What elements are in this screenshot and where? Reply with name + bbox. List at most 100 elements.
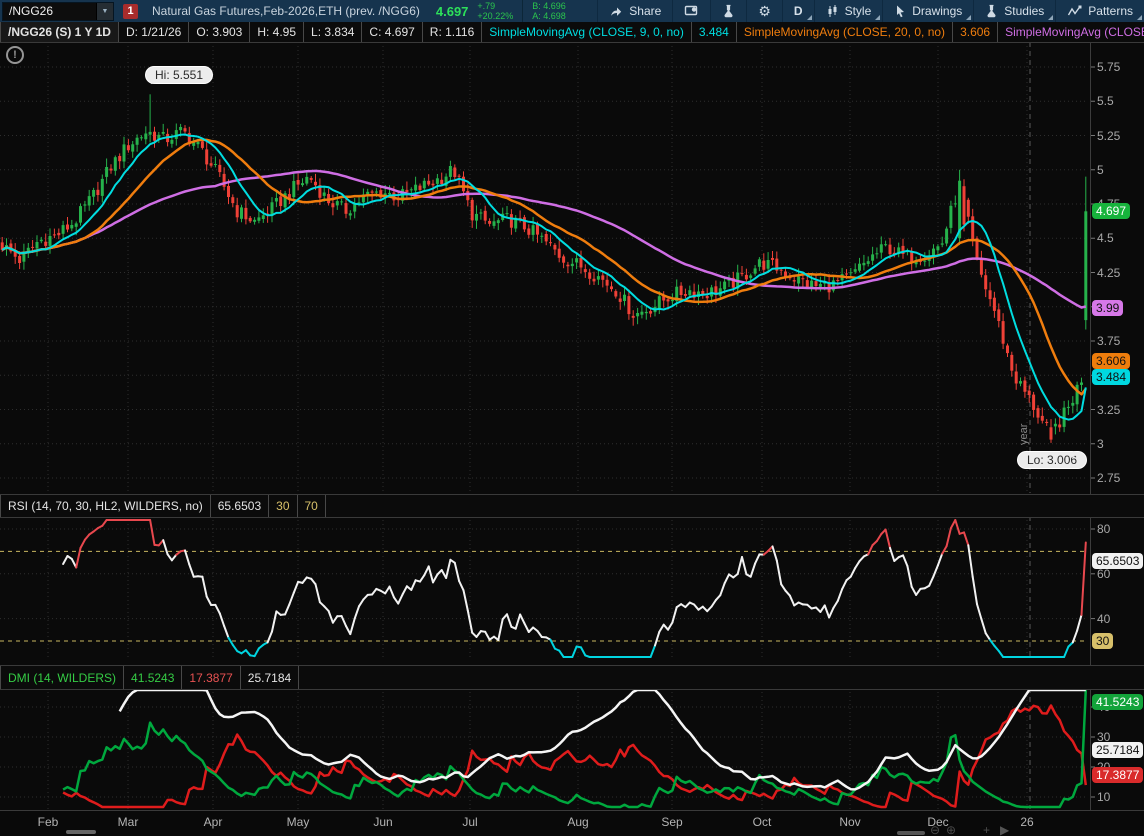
alerts-button[interactable]: [672, 0, 710, 22]
axis-tick-label: 5: [1097, 163, 1104, 177]
timeframe-button[interactable]: D: [782, 0, 814, 22]
candles: [1, 94, 1088, 443]
top-toolbar: /NGG26 ▼ 1 Natural Gas Futures,Feb-2026,…: [0, 0, 1144, 22]
di-minus-line: [63, 706, 1086, 808]
note-clock-icon: [684, 4, 699, 18]
symbol-input[interactable]: /NGG26 ▼: [2, 2, 114, 21]
link-group-badge[interactable]: 1: [123, 4, 138, 19]
style-button[interactable]: Style: [814, 0, 883, 22]
flask-icon: [985, 4, 998, 18]
drawings-button[interactable]: Drawings: [882, 0, 973, 22]
change-stack: +.79 +20.22%: [477, 1, 513, 21]
share-label: Share: [629, 4, 661, 18]
axis-tick-label: 40: [1097, 612, 1110, 626]
symbol-value: /NGG26: [9, 4, 53, 18]
sma50-study-label[interactable]: SimpleMovingAvg (CLOSE, 50, 0, no): [998, 22, 1144, 42]
candlestick-icon: [826, 4, 839, 18]
sma20-line: [2, 140, 1086, 395]
patterns-button[interactable]: Patterns: [1055, 0, 1144, 22]
studies-button[interactable]: Studies: [973, 0, 1055, 22]
rsi-plot[interactable]: [0, 516, 1144, 659]
time-axis-label: Mar: [118, 815, 139, 829]
year-divider-label: year: [1018, 424, 1030, 445]
share-button[interactable]: Share: [597, 0, 672, 22]
settings-button[interactable]: ⚙: [746, 0, 782, 22]
dmi-study-label[interactable]: DMI (14, WILDERS): [0, 666, 124, 689]
ask-value: A: 4.698: [532, 11, 566, 21]
axis-tick-label: 3: [1097, 437, 1104, 451]
bid-value: B: 4.696: [532, 1, 566, 11]
low-cell: L: 3.834: [304, 22, 362, 42]
sma20-value: 3.606: [953, 22, 998, 42]
time-axis-label: Jul: [462, 815, 477, 829]
axis-tick-label: 5.75: [1097, 60, 1120, 74]
axis-tick-label: 3.25: [1097, 403, 1120, 417]
time-axis-label: Apr: [204, 815, 223, 829]
open-cell: O: 3.903: [189, 22, 250, 42]
axis-tick-label: 3.75: [1097, 334, 1120, 348]
close-cell: C: 4.697: [362, 22, 422, 42]
price-axis-border: [1090, 42, 1091, 810]
date-cell: D: 1/21/26: [119, 22, 189, 42]
time-axis-label: Dec: [927, 815, 948, 829]
axis-price-badge: 3.99: [1092, 300, 1123, 316]
gear-icon: ⚙: [758, 3, 771, 20]
share-icon: [609, 4, 623, 18]
rsi-study-label[interactable]: RSI (14, 70, 30, HL2, WILDERS, no): [0, 495, 211, 517]
high-cell: H: 4.95: [250, 22, 304, 42]
price-change-pct: +20.22%: [477, 11, 513, 21]
scrollbar-thumb[interactable]: [897, 831, 925, 835]
divider: [522, 0, 523, 22]
patterns-label: Patterns: [1088, 4, 1133, 18]
dmi-minus-value: 17.3877: [182, 666, 240, 689]
axis-price-badge: 25.7184: [1092, 742, 1143, 758]
axis-tick-label: 5.25: [1097, 129, 1120, 143]
axis-tick-label: 80: [1097, 522, 1110, 536]
sma50-line: [2, 171, 1086, 308]
axis-price-badge: 3.484: [1092, 369, 1130, 385]
style-label: Style: [845, 4, 872, 18]
dmi-plot[interactable]: [0, 688, 1144, 809]
time-axis-label: Aug: [567, 815, 588, 829]
rsi-value: 65.6503: [211, 495, 269, 517]
sma9-line: [2, 135, 1086, 420]
sma20-study-label[interactable]: SimpleMovingAvg (CLOSE, 20, 0, no): [737, 22, 953, 42]
price-change: +.79: [477, 1, 513, 11]
low-callout: Lo: 3.006: [1017, 451, 1087, 469]
pattern-zigzag-icon: [1067, 4, 1082, 18]
drawings-label: Drawings: [912, 4, 962, 18]
symbol-period-tab[interactable]: /NGG26 (S) 1 Y 1D: [0, 22, 119, 42]
timeframe-label: D: [794, 4, 803, 18]
rsi-line: [63, 520, 1086, 657]
rsi-oversold-value: 30: [269, 495, 297, 517]
scrollbar-thumb[interactable]: [66, 830, 96, 834]
high-callout: Hi: 5.551: [145, 66, 213, 84]
axis-price-badge: 65.6503: [1092, 553, 1143, 569]
warning-icon[interactable]: !: [6, 46, 24, 64]
axis-tick-label: 5.5: [1097, 94, 1114, 108]
symbol-dropdown-arrow-icon[interactable]: ▼: [96, 3, 113, 20]
axis-price-badge: 4.697: [1092, 203, 1130, 219]
sma9-study-label[interactable]: SimpleMovingAvg (CLOSE, 9, 0, no): [482, 22, 692, 42]
dmi-header-row: DMI (14, WILDERS) 41.5243 17.3877 25.718…: [0, 665, 1144, 690]
range-cell: R: 1.116: [423, 22, 482, 42]
time-axis-label: May: [287, 815, 310, 829]
go-to-end-button[interactable]: ▶: [1000, 824, 1009, 836]
axis-tick-label: 4.25: [1097, 266, 1120, 280]
time-axis-label: Feb: [38, 815, 59, 829]
bid-ask-stack: B: 4.696 A: 4.698: [532, 1, 566, 21]
last-price: 4.697: [436, 4, 469, 19]
cursor-icon: [894, 4, 906, 18]
main-plot[interactable]: [0, 42, 1144, 493]
time-axis-label: 26: [1020, 815, 1033, 829]
axis-price-badge: 30: [1092, 633, 1113, 649]
time-axis-label: Nov: [839, 815, 860, 829]
flask-icon: [722, 4, 735, 18]
sma9-value: 3.484: [692, 22, 737, 42]
axis-tick-label: 10: [1097, 790, 1110, 804]
pan-plus-button[interactable]: +: [983, 824, 990, 836]
axis-tick-label: 4.5: [1097, 231, 1114, 245]
axis-price-badge: 17.3877: [1092, 767, 1143, 783]
quick-study-button[interactable]: [710, 0, 746, 22]
chart-header-row: /NGG26 (S) 1 Y 1D D: 1/21/26 O: 3.903 H:…: [0, 22, 1144, 43]
